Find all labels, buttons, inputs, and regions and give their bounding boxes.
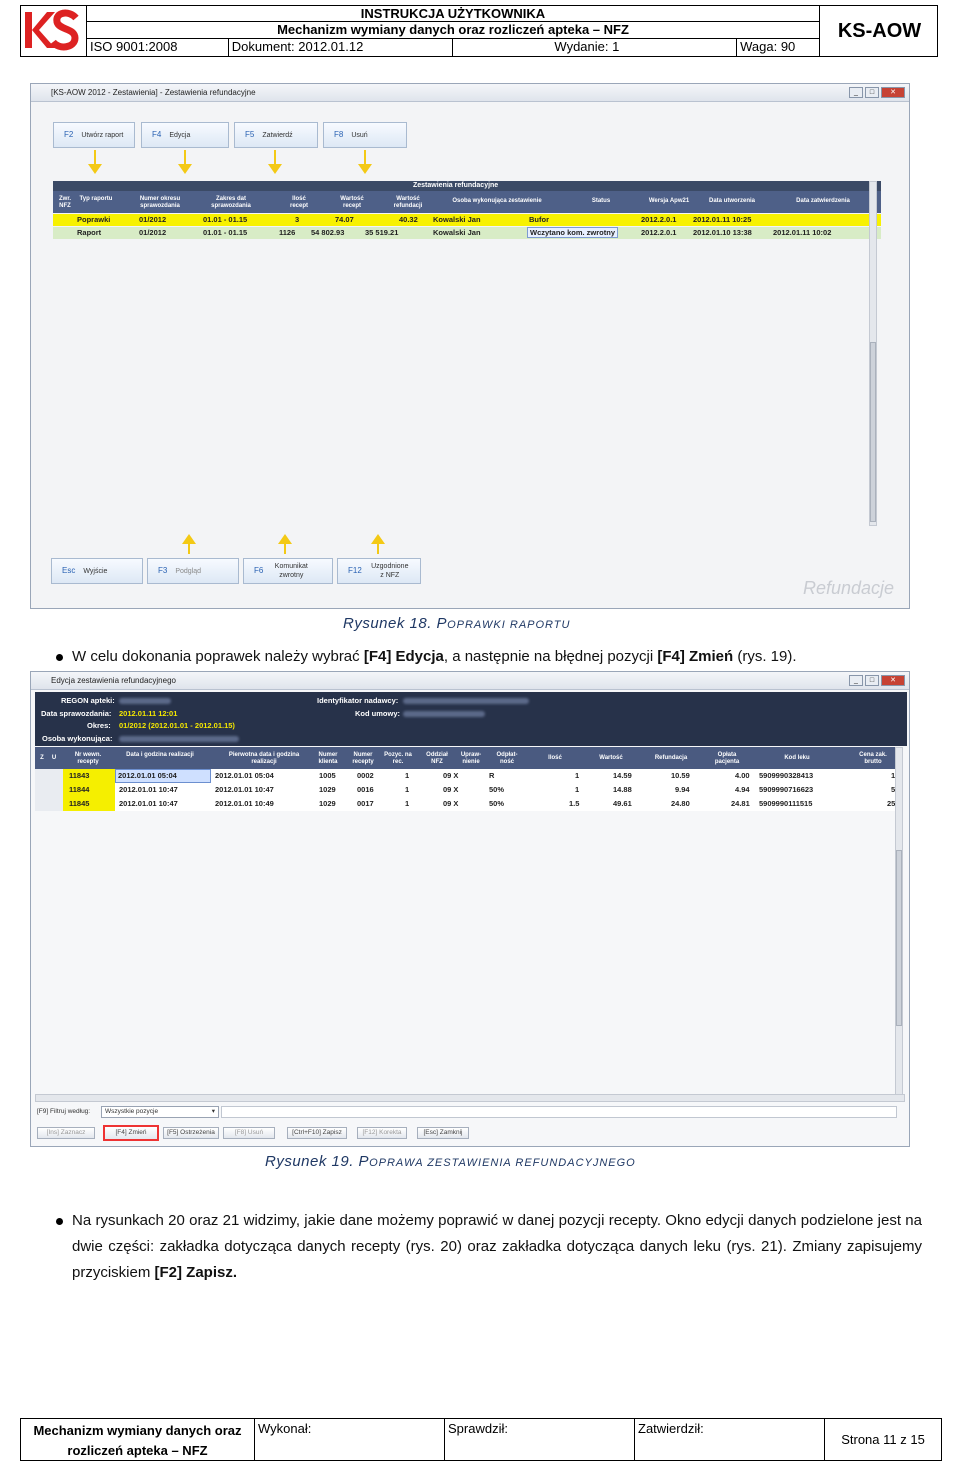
f8-delete-button[interactable]: F8 Usuń [323, 122, 407, 148]
f4-change-button[interactable]: [F4] Zmień [103, 1125, 159, 1141]
close-button[interactable]: ✕ [881, 87, 905, 98]
table-row[interactable]: 11845 2012.01.01 10:47 2012.01.01 10:49 … [35, 797, 895, 811]
screenshot-edycja: Edycja zestawienia refundacyjnego _ □ ✕ RE… [30, 671, 910, 1147]
company-logo [21, 6, 87, 56]
minimize-button[interactable]: _ [849, 87, 863, 98]
doc-code: KS-AOW [837, 20, 922, 42]
minimize-button[interactable]: _ [849, 675, 863, 686]
table-row[interactable]: 11843 2012.01.01 05:04 2012.01.01 05:04 … [35, 769, 895, 783]
window-titlebar: [KS-AOW 2012 - Zestawienia] - Zestawieni… [31, 84, 909, 102]
arrow-down-icon [178, 150, 192, 174]
arrow-down-icon [88, 150, 102, 174]
blurred-value [403, 698, 529, 704]
maximize-button[interactable]: □ [865, 675, 879, 686]
footer-checked-by: Sprawdził: [445, 1419, 635, 1460]
arrow-down-icon [268, 150, 282, 174]
report-info-panel: REGON apteki: Data sprawozdania: Okres: … [35, 692, 907, 746]
esc-exit-button[interactable]: Esc Wyjście [51, 558, 143, 584]
maximize-button[interactable]: □ [865, 87, 879, 98]
table-row[interactable]: 11844 2012.01.01 10:47 2012.01.01 10:47 … [35, 783, 895, 797]
figure-19-caption: Rysunek 19. POPRAWA ZESTAWIENIA REFUNDAC… [265, 1153, 636, 1170]
table-row[interactable]: Poprawki 01/2012 01.01 - 01.15 3 74.07 4… [53, 214, 881, 226]
weight-cell: Waga: 90 [740, 39, 796, 54]
window-title: [KS-AOW 2012 - Zestawienia] - Zestawieni… [51, 88, 256, 97]
vertical-scrollbar[interactable] [895, 747, 903, 1095]
blurred-value [119, 736, 239, 742]
paragraph-1: W celu dokonania poprawek należy wybrać … [72, 648, 797, 665]
grid-header: Zwr. NFZ Typ raportu Numer okresu sprawo… [53, 191, 881, 213]
footer-page-number: Strona 11 z 15 [841, 1432, 925, 1447]
doc-title: INSTRUKCJA UŻYTKOWNIKA [87, 6, 819, 22]
ins-select-button[interactable]: [Ins] Zaznacz [37, 1127, 95, 1139]
f5-warnings-button[interactable]: [F5] Ostrzeżenia [163, 1127, 219, 1139]
horizontal-scrollbar[interactable] [35, 1094, 905, 1102]
vertical-scrollbar[interactable] [869, 181, 877, 526]
f6-return-message-button[interactable]: F6 Komunikat zwrotny [243, 558, 333, 584]
arrow-down-icon [358, 150, 372, 174]
filter-label: [F9] Filtruj według: [37, 1108, 91, 1115]
edition-cell: Wydanie: 1 [453, 39, 738, 56]
grid-title: Zestawienia refundacyjne [53, 181, 881, 191]
footer-made-by: Wykonał: [255, 1419, 445, 1460]
document-header: INSTRUKCJA UŻYTKOWNIKA Mechanizm wymiany… [20, 5, 938, 57]
blurred-value [403, 711, 485, 717]
scrollbar-thumb[interactable] [870, 342, 876, 522]
esc-close-button[interactable]: [Esc] Zamknij [417, 1127, 469, 1139]
f3-preview-button[interactable]: F3 Podgląd [147, 558, 239, 584]
window-titlebar: Edycja zestawienia refundacyjnego _ □ ✕ [31, 672, 909, 690]
footer-doc-name: Mechanizm wymiany danych oraz rozliczeń … [21, 1419, 255, 1460]
grid-header: Z U Nr wewn. recepty Data i godzina real… [35, 747, 895, 769]
screenshot-zestawienia: [KS-AOW 2012 - Zestawienia] - Zestawieni… [30, 83, 910, 609]
ctrl-f10-save-button[interactable]: [Ctrl+F10] Zapisz [287, 1127, 347, 1139]
bullet-icon [56, 654, 63, 661]
footer-approved-by: Zatwierdził: [635, 1419, 825, 1460]
filter-select[interactable]: Wszystkie pozycje ▾ [101, 1106, 219, 1118]
f8-delete-button[interactable]: [F8] Usuń [223, 1127, 275, 1139]
document-cell: Dokument: 2012.01.12 [229, 39, 454, 56]
scrollbar-thumb[interactable] [896, 850, 902, 1026]
f2-create-report-button[interactable]: F2 Utwórz raport [53, 122, 135, 148]
iso-cell: ISO 9001:2008 [87, 39, 229, 56]
f5-approve-button[interactable]: F5 Zatwierdź [234, 122, 318, 148]
figure-18-caption: Rysunek 18. POPRAWKI RAPORTU [343, 615, 571, 632]
f12-correction-button[interactable]: [F12] Korekta [357, 1127, 407, 1139]
f12-agreed-nfz-button[interactable]: F12 Uzgodnione z NFZ [337, 558, 421, 584]
window-title: Edycja zestawienia refundacyjnego [51, 676, 176, 685]
doc-subtitle: Mechanizm wymiany danych oraz rozliczeń … [87, 22, 819, 39]
arrow-up-icon [182, 534, 196, 554]
filter-input[interactable] [221, 1106, 897, 1118]
table-row[interactable]: Raport 01/2012 01.01 - 01.15 1126 54 802… [53, 227, 881, 239]
bullet-icon [56, 1218, 63, 1225]
close-button[interactable]: ✕ [881, 675, 905, 686]
paragraph-2: Na rysunkach 20 oraz 21 widzimy, jakie d… [72, 1212, 922, 1281]
blurred-value [119, 698, 171, 704]
arrow-up-icon [371, 534, 385, 554]
f4-edit-button[interactable]: F4 Edycja [141, 122, 229, 148]
refundacje-watermark: Refundacje [803, 578, 895, 598]
chevron-down-icon: ▾ [211, 1108, 215, 1115]
arrow-up-icon [278, 534, 292, 554]
document-footer: Mechanizm wymiany danych oraz rozliczeń … [20, 1418, 942, 1461]
